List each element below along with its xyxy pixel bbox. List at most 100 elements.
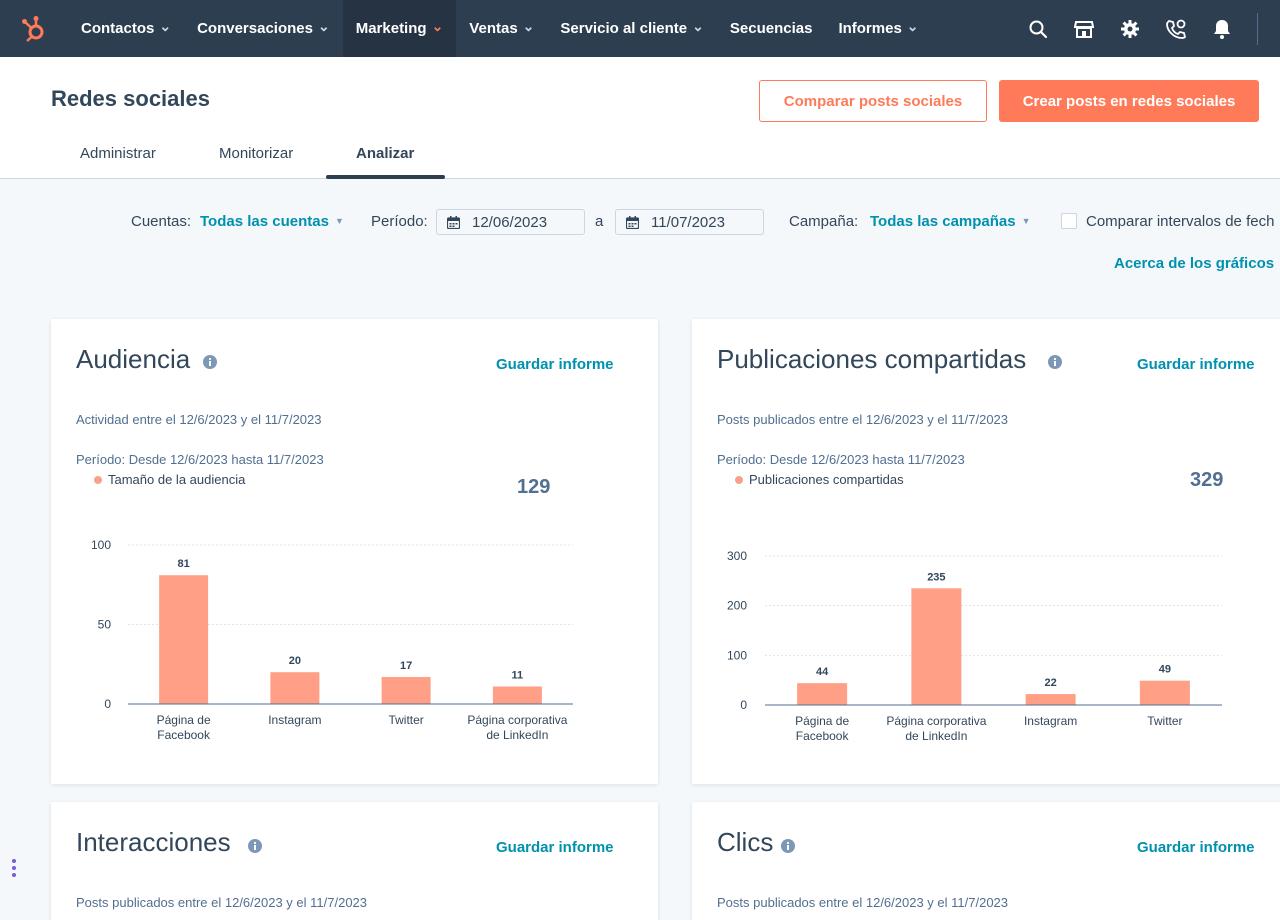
bar — [381, 676, 431, 704]
date-from-field[interactable]: 12/06/2023 — [436, 209, 585, 235]
bar — [159, 575, 209, 704]
data-label: 44 — [816, 666, 829, 678]
tab-analizar[interactable]: Analizar — [356, 145, 414, 162]
campaign-dropdown[interactable]: Todas las campañas ▼ — [870, 213, 1031, 230]
data-label: 17 — [400, 660, 412, 672]
save-report-link[interactable]: Guardar informe — [496, 356, 614, 373]
x-tick-label: Twitter — [388, 713, 423, 727]
nav-menu: Contactos ⌄ Conversaciones ⌄ Marketing ⌄ Venta… — [68, 0, 932, 57]
bar — [492, 686, 542, 704]
info-icon[interactable] — [781, 839, 795, 853]
x-tick-label-line: de LinkedIn — [486, 728, 548, 742]
nav-item-label: Secuencias — [729, 20, 813, 37]
accounts-dropdown[interactable]: Todas las cuentas ▼ — [200, 213, 344, 230]
legend-swatch — [735, 475, 743, 484]
calling-icon[interactable] — [1153, 0, 1199, 57]
x-tick-label: Página de Facebook — [795, 714, 849, 743]
nav-item-label: Servicio al cliente — [560, 20, 688, 37]
chart-legend: Publicaciones compartidas — [735, 472, 904, 487]
settings-icon[interactable] — [1107, 0, 1153, 57]
nav-item-secuencias[interactable]: Secuencias — [717, 0, 826, 57]
legend-swatch — [94, 475, 102, 484]
nav-item-label: Informes — [838, 20, 902, 37]
y-tick-label: 0 — [104, 697, 111, 711]
card-subtitle: Posts publicados entre el 12/6/2023 y el… — [717, 895, 1009, 910]
x-tick-label-line: Página de — [157, 713, 211, 727]
card-period: Período: Desde 12/6/2023 hasta 11/7/2023 — [717, 452, 965, 467]
data-label: 81 — [178, 558, 190, 570]
card-title: Clics — [717, 827, 774, 857]
interactions-card: Interacciones Guardar informe Posts publ… — [51, 802, 658, 920]
nav-item-informes[interactable]: Informes ⌄ — [825, 0, 931, 57]
x-tick-label: Instagram — [268, 713, 321, 727]
page-header: Redes sociales Comparar posts sociales C… — [0, 57, 1280, 179]
nav-item-contactos[interactable]: Contactos ⌄ — [68, 0, 184, 57]
info-icon[interactable] — [1048, 355, 1062, 369]
save-report-link[interactable]: Guardar informe — [496, 839, 614, 856]
legend-label: Tamaño de la audiencia — [108, 472, 246, 487]
chevron-down-icon: ⌄ — [906, 17, 919, 34]
save-report-link[interactable]: Guardar informe — [1137, 356, 1255, 373]
tab-monitorizar[interactable]: Monitorizar — [219, 145, 293, 162]
date-to-field[interactable]: 11/07/2023 — [615, 209, 764, 235]
notifications-icon[interactable] — [1199, 0, 1245, 57]
campaign-label: Campaña: — [789, 213, 859, 230]
caret-down-icon: ▼ — [334, 216, 344, 226]
info-icon[interactable] — [203, 355, 217, 369]
caret-down-icon: ▼ — [1021, 216, 1031, 226]
marketplace-icon[interactable] — [1061, 0, 1107, 57]
more-options-icon[interactable] — [11, 858, 17, 878]
y-tick-label: 300 — [727, 549, 747, 563]
y-tick-label: 100 — [91, 538, 111, 552]
x-tick-label: Página de Facebook — [157, 713, 211, 742]
bar — [797, 683, 848, 705]
nav-item-marketing[interactable]: Marketing ⌄ — [342, 0, 457, 57]
x-tick-label-line: Instagram — [268, 713, 321, 727]
nav-item-label: Ventas — [469, 20, 518, 37]
clicks-card: Clics Guardar informe Posts publicados e… — [692, 802, 1280, 920]
period-label: Período: — [371, 213, 428, 230]
bar — [270, 672, 320, 704]
nav-item-servicio-al-cliente[interactable]: Servicio al cliente ⌄ — [547, 0, 716, 57]
y-tick-label: 50 — [98, 618, 112, 632]
x-tick-label-line: Página de — [795, 714, 849, 728]
save-report-link[interactable]: Guardar informe — [1137, 839, 1255, 856]
calendar-icon — [626, 215, 639, 229]
nav-item-ventas[interactable]: Ventas ⌄ — [456, 0, 547, 57]
calendar-icon — [447, 215, 460, 229]
card-title: Audiencia — [76, 344, 191, 374]
tab-administrar[interactable]: Administrar — [80, 145, 156, 162]
date-from-value: 12/06/2023 — [472, 213, 548, 231]
campaign-value: Todas las campañas — [870, 213, 1016, 230]
accounts-label: Cuentas: — [131, 213, 192, 230]
card-title: Interacciones — [76, 827, 231, 857]
nav-item-conversaciones[interactable]: Conversaciones ⌄ — [184, 0, 343, 57]
search-icon[interactable] — [1015, 0, 1061, 57]
data-label: 11 — [512, 670, 524, 682]
chevron-down-icon: ⌄ — [692, 17, 704, 34]
hubspot-logo[interactable] — [0, 0, 68, 57]
accounts-value: Todas las cuentas — [200, 213, 329, 230]
compare-ranges-checkbox[interactable] — [1061, 213, 1077, 229]
create-social-posts-button[interactable]: Crear posts en redes sociales — [999, 80, 1259, 122]
info-icon[interactable] — [248, 839, 262, 853]
data-label: 49 — [1159, 664, 1171, 676]
x-tick-label: Instagram — [1024, 714, 1077, 728]
date-to-value: 11/07/2023 — [651, 213, 725, 231]
page-title: Redes sociales — [51, 86, 210, 111]
audience-bar-chart: 0 50 100 81 Página de Facebook 20 Instagram 17 Tw… — [91, 538, 573, 742]
data-label: 235 — [927, 571, 945, 583]
chevron-down-icon: ⌄ — [317, 17, 330, 34]
top-navigation: Contactos ⌄ Conversaciones ⌄ Marketing ⌄ Venta… — [0, 0, 1280, 57]
chevron-down-icon: ⌄ — [431, 17, 444, 34]
nav-divider — [1257, 12, 1258, 45]
compare-ranges-label: Comparar intervalos de fech — [1086, 213, 1275, 230]
x-tick-label-line: de LinkedIn — [905, 729, 967, 743]
chart-total: 329 — [1190, 469, 1224, 491]
shares-card: Publicaciones compartidas Guardar inform… — [692, 319, 1280, 784]
compare-social-posts-button[interactable]: Comparar posts sociales — [759, 80, 987, 122]
active-tab-indicator — [326, 175, 445, 179]
chart-legend: Tamaño de la audiencia — [94, 472, 245, 487]
about-charts-link[interactable]: Acerca de los gráficos — [1114, 255, 1274, 272]
card-period: Período: Desde 12/6/2023 hasta 11/7/2023 — [76, 452, 324, 467]
